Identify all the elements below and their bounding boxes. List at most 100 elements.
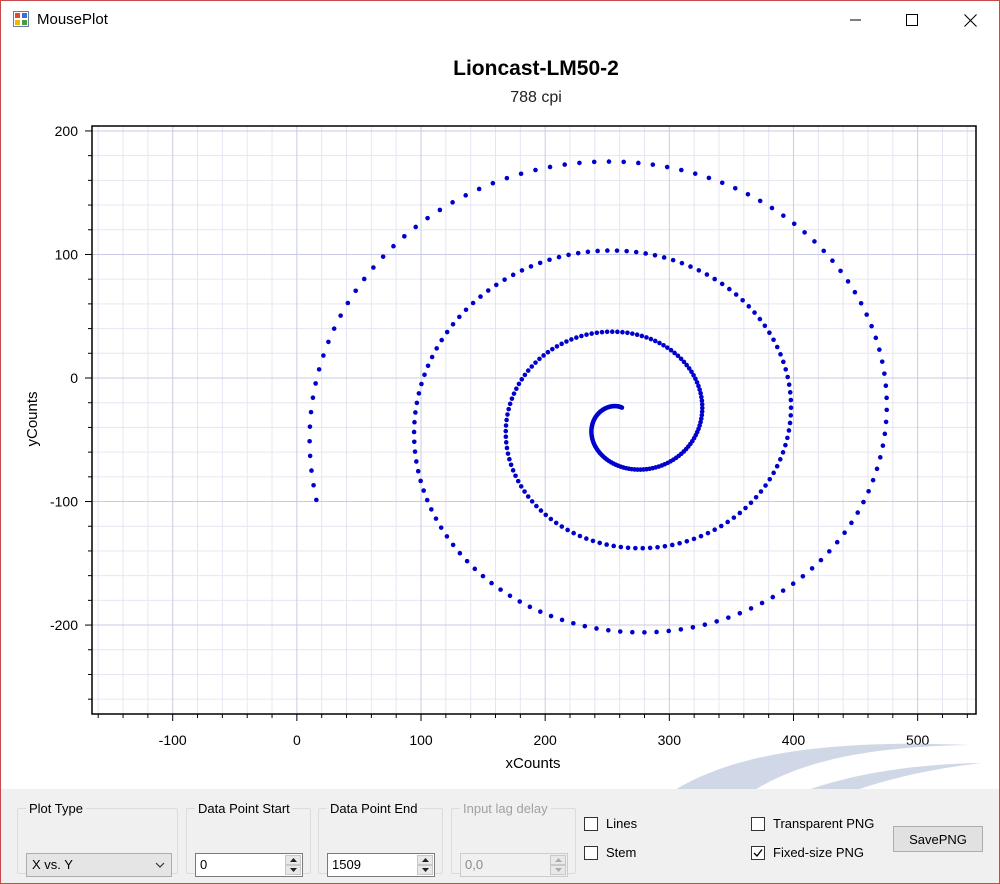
data-point (827, 549, 832, 554)
data-point (444, 329, 450, 335)
data-point (528, 264, 534, 269)
data-point (609, 329, 615, 334)
x-tick-label: 100 (409, 732, 433, 748)
data-point (625, 330, 630, 336)
data-point (647, 545, 653, 551)
data-point (425, 215, 430, 221)
data-point (849, 520, 854, 526)
data-point (785, 374, 790, 380)
data-point (309, 468, 314, 473)
lines-checkbox[interactable]: Lines (584, 816, 637, 831)
data-point (880, 443, 886, 448)
input-lag-delay-label: Input lag delay (463, 801, 548, 816)
data-point (577, 160, 582, 166)
data-point (553, 520, 559, 526)
data-point (812, 239, 817, 244)
plot-area: Lioncast-LM50-2 788 cpi -100 0 100 200 300 40… (1, 39, 999, 789)
spin-up-button[interactable] (417, 855, 433, 865)
data-point (457, 550, 463, 556)
data-point-start-input[interactable]: 0 (195, 853, 303, 877)
data-point (513, 473, 518, 479)
transparent-png-checkbox-box[interactable] (751, 816, 765, 831)
data-point (874, 466, 880, 472)
data-point (361, 276, 367, 282)
lines-checkbox-box[interactable] (584, 816, 598, 831)
data-point (606, 627, 611, 633)
maximize-button[interactable] (883, 1, 941, 39)
data-point (759, 600, 765, 606)
transparent-png-checkbox[interactable]: Transparent PNG (751, 816, 874, 831)
spin-up-button[interactable] (285, 855, 301, 865)
data-point (510, 468, 516, 473)
data-point (547, 164, 553, 170)
data-point (575, 250, 581, 256)
data-point (696, 268, 702, 273)
fixed-size-png-checkbox[interactable]: Fixed-size PNG (751, 845, 864, 860)
data-point (391, 243, 396, 249)
checkmark-icon (753, 848, 763, 857)
data-point (597, 540, 603, 546)
data-point (413, 410, 418, 415)
data-point (877, 347, 882, 352)
data-point (595, 248, 600, 254)
data-point (504, 445, 510, 451)
data-point (762, 323, 768, 329)
data-point (727, 286, 732, 292)
data-point (746, 304, 752, 309)
data-point (380, 254, 386, 259)
data-point (748, 606, 754, 611)
fixed-size-png-checkbox-box[interactable] (751, 845, 765, 860)
data-point-end-input[interactable]: 1509 (327, 853, 435, 877)
data-point (732, 185, 738, 191)
data-point (371, 265, 376, 270)
plot-type-select[interactable]: X vs. Y (26, 853, 172, 877)
data-point (679, 260, 685, 266)
y-tick-label: -200 (50, 617, 78, 633)
spin-down-button[interactable] (550, 865, 566, 875)
spin-up-button[interactable] (550, 855, 566, 865)
data-point (785, 435, 790, 441)
data-point (444, 534, 450, 539)
data-point (712, 276, 717, 282)
data-point (604, 542, 609, 547)
input-lag-delay-input[interactable]: 0,0 (460, 853, 568, 877)
close-icon (963, 13, 977, 27)
data-point (307, 438, 312, 444)
data-point (619, 405, 625, 410)
minimize-button[interactable] (827, 1, 885, 39)
data-point (780, 588, 786, 593)
data-point (478, 294, 483, 299)
save-png-button[interactable]: SavePNG (893, 826, 983, 852)
data-point (630, 629, 635, 635)
data-point (614, 248, 620, 253)
data-point (439, 337, 445, 343)
x-tick-label: -100 (159, 732, 187, 748)
spin-down-button[interactable] (417, 865, 433, 875)
data-point (771, 337, 776, 343)
spin-down-button[interactable] (285, 865, 301, 875)
save-png-label: SavePNG (909, 831, 967, 847)
data-point (767, 477, 773, 482)
data-point (515, 478, 521, 484)
data-point (834, 539, 840, 545)
data-point (605, 248, 610, 253)
close-button[interactable] (941, 1, 999, 39)
data-point (507, 593, 513, 599)
control-panel: Plot Type X vs. Y Data Point Start 0 Dat… (1, 789, 999, 883)
title-bar[interactable]: MousePlot (1, 1, 999, 39)
data-point (517, 599, 523, 604)
data-point (698, 533, 704, 539)
data-point (791, 221, 797, 227)
y-tick-labels: -200 -100 0 100 200 (50, 123, 78, 633)
data-point (522, 489, 527, 494)
data-point (548, 516, 554, 522)
data-point (503, 434, 509, 439)
data-point (870, 477, 876, 483)
stem-checkbox[interactable]: Stem (584, 845, 636, 860)
data-point (884, 407, 890, 413)
data-point (516, 381, 522, 387)
data-point (624, 248, 629, 254)
data-point (618, 544, 624, 550)
stem-checkbox-box[interactable] (584, 845, 598, 860)
data-point (884, 395, 889, 401)
